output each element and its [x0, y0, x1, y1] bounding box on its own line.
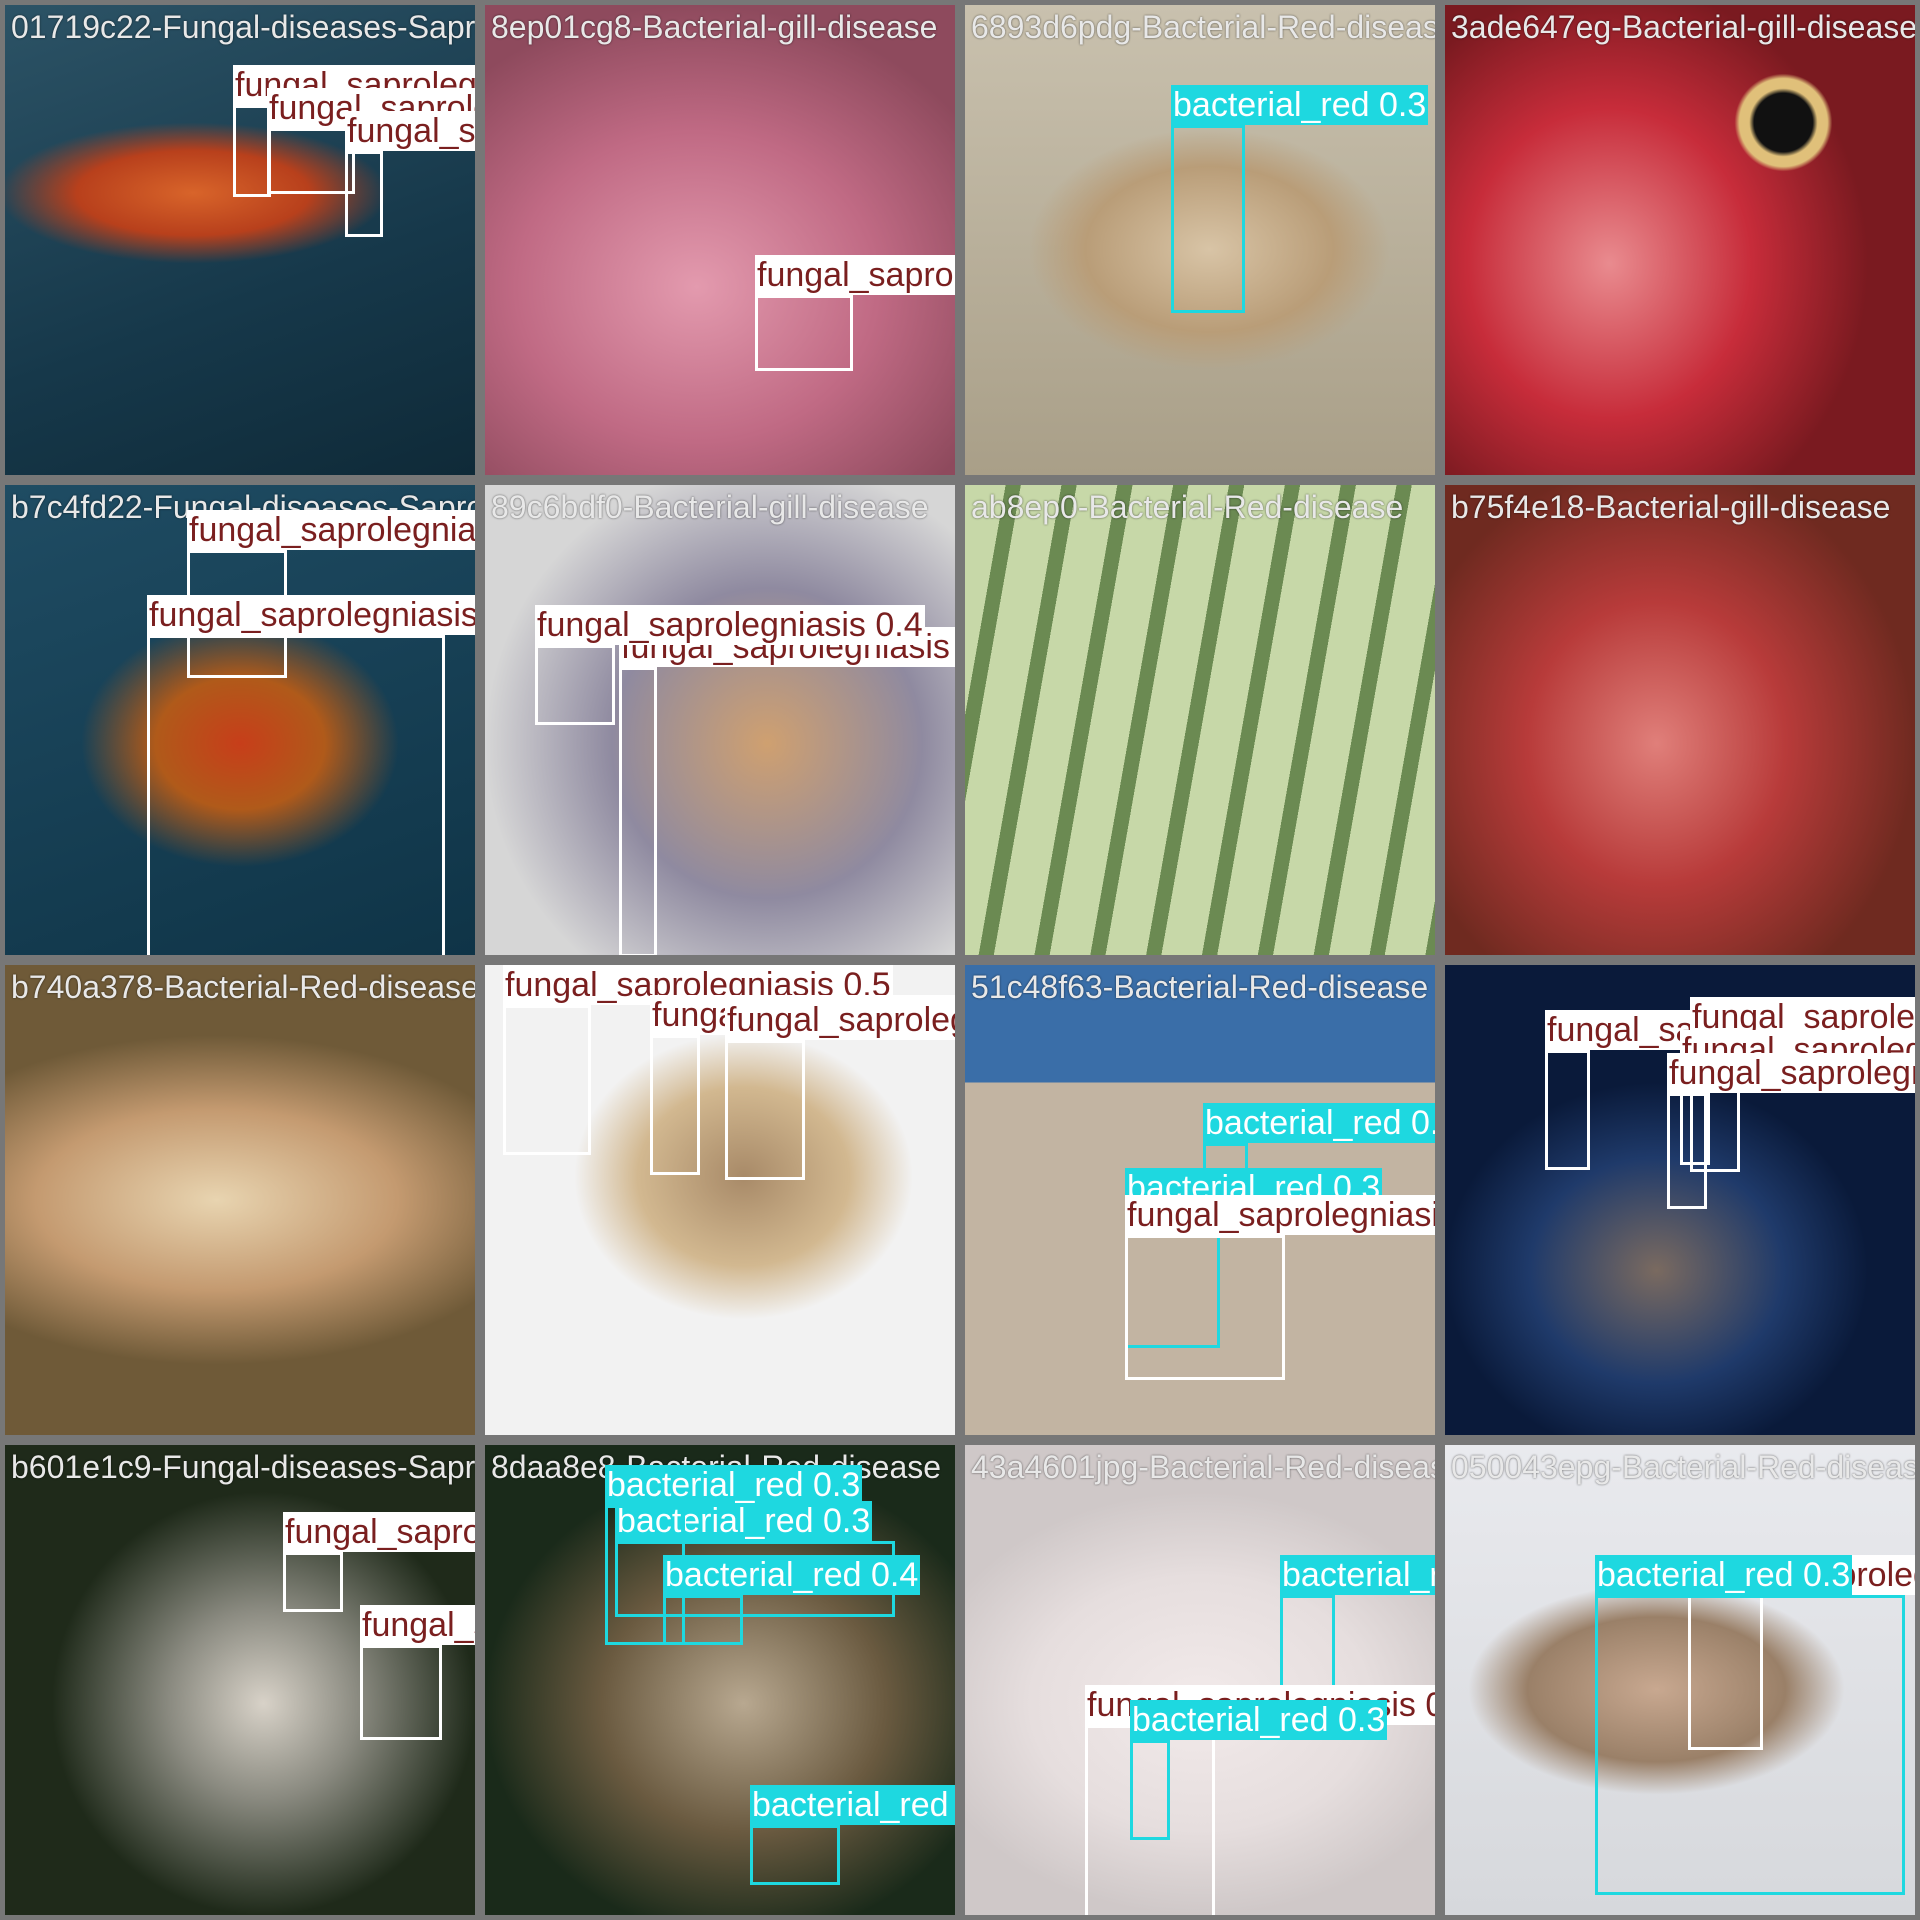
mosaic-tile: 01719c22-Fungal-diseases-Saprolegniasis-…	[5, 5, 475, 475]
bounding-box	[267, 128, 355, 194]
mosaic-tile: 43a4601jpg-Bacterial-Red-disease bacteria…	[965, 1445, 1435, 1915]
bounding-box	[1171, 125, 1245, 313]
mosaic-tile: b740a378-Bacterial-Red-disease	[5, 965, 475, 1435]
tile-filename: 8ep01cg8-Bacterial-gill-disease	[491, 9, 938, 45]
mosaic-tile: 8daa8e8-Bacterial-Red-diseasebacterial_r…	[485, 1445, 955, 1915]
bounding-box	[503, 1005, 591, 1155]
bounding-box	[345, 151, 383, 237]
tile-filename: 050043epg-Bacterial-Red-disease	[1451, 1449, 1915, 1485]
tile-filename: 6893d6pdg-Bacterial-Red-disease	[971, 9, 1435, 45]
detection-label: fungal_saprolegniasis 0.3	[147, 595, 475, 635]
bounding-box	[650, 1035, 700, 1175]
detection-label: bacterial_red 0.3	[605, 1465, 863, 1505]
mosaic-tile: b601e1c9-Fungal-diseases-Saprolegniasis f…	[5, 1445, 475, 1915]
detection-label: fungal_saprolegniasis 0.3	[755, 255, 955, 295]
mosaic-tile: 8ep01cg8-Bacterial-gill-disease fungal_sa…	[485, 5, 955, 475]
tile-filename: 3ade647eg-Bacterial-gill-disease	[1451, 9, 1915, 45]
detection-label: bacterial_red	[1280, 1555, 1435, 1595]
fish-photo	[1445, 5, 1915, 475]
detection-label: bacterial_red 0.3	[1171, 85, 1429, 125]
tile-filename: 43a4601jpg-Bacterial-Red-disease	[971, 1449, 1435, 1485]
detection-label: fungal_saprolegniasis 0.7	[187, 510, 475, 550]
bounding-box	[663, 1595, 743, 1645]
detection-label: bacterial_red 0.4	[1203, 1103, 1435, 1143]
tile-filename: b75f4e18-Bacterial-gill-disease	[1451, 489, 1891, 525]
detection-label: bacterial_red 0.4	[663, 1555, 921, 1595]
detection-label: fungal_saprolegniasis	[283, 1512, 475, 1552]
mosaic-tile: fungal_saprolegniasis 0.3fungal_saproleg…	[1445, 965, 1915, 1435]
bounding-box	[360, 1645, 442, 1740]
fish-photo	[1445, 485, 1915, 955]
bounding-box	[283, 1552, 343, 1612]
bounding-box	[1130, 1740, 1170, 1840]
bounding-box	[1595, 1595, 1905, 1895]
bounding-box	[233, 105, 271, 197]
detection-label: fungal_saprolegniasis 0.3	[345, 111, 475, 151]
mosaic-tile: ab8ep0-Bacterial-Red-disease	[965, 485, 1435, 955]
bounding-box	[750, 1825, 840, 1885]
detection-label: bacterial_red 0.3	[1595, 1555, 1853, 1595]
mosaic-tile: 3ade647eg-Bacterial-gill-disease	[1445, 5, 1915, 475]
bounding-box	[147, 635, 445, 955]
detection-label: fungal_saprolegniasis 0.3	[360, 1605, 475, 1645]
mosaic-tile: 050043epg-Bacterial-Red-diseasefungal_sa…	[1445, 1445, 1915, 1915]
bounding-box	[535, 645, 615, 725]
fish-photo	[5, 965, 475, 1435]
tile-filename: ab8ep0-Bacterial-Red-disease	[971, 489, 1404, 525]
tile-filename: 51c48f63-Bacterial-Red-disease	[971, 969, 1429, 1005]
detection-mosaic: 01719c22-Fungal-diseases-Saprolegniasis-…	[0, 0, 1920, 1920]
mosaic-tile: fungal_saprolegniasis 0.5fungal_saproleg…	[485, 965, 955, 1435]
mosaic-tile: b75f4e18-Bacterial-gill-disease	[1445, 485, 1915, 955]
fish-photo	[965, 485, 1435, 955]
tile-filename: b601e1c9-Fungal-diseases-Saprolegniasis	[11, 1449, 475, 1485]
detection-label: bacterial_red 0.3	[750, 1785, 955, 1825]
tile-filename: 89c6bdf0-Bacterial-gill-disease	[491, 489, 929, 525]
mosaic-tile: 51c48f63-Bacterial-Red-disease bacterial_…	[965, 965, 1435, 1435]
mosaic-tile: 6893d6pdg-Bacterial-Red-disease bacterial…	[965, 5, 1435, 475]
bounding-box	[1280, 1595, 1335, 1695]
mosaic-tile: b7c4fd22-Fungal-diseases-Saprolegniasisf…	[5, 485, 475, 955]
fish-photo	[485, 5, 955, 475]
bounding-box	[1545, 1050, 1590, 1170]
tile-filename: b740a378-Bacterial-Red-disease	[11, 969, 475, 1005]
bounding-box	[755, 295, 853, 371]
bounding-box	[1125, 1235, 1285, 1380]
detection-label: fungal_saprolegniasis 0.4	[1667, 1053, 1915, 1093]
bounding-box	[725, 1040, 805, 1180]
detection-label: fungal_saprolegniasis 0.4	[535, 605, 925, 645]
detection-label: fungal_saprolegniasis 0.3	[1125, 1195, 1435, 1235]
bounding-box	[619, 667, 657, 955]
detection-label: fungal_saprolegniasis 0.3	[725, 1000, 955, 1040]
bounding-box	[1667, 1093, 1707, 1209]
mosaic-tile: 89c6bdf0-Bacterial-gill-disease fungal_sa…	[485, 485, 955, 955]
detection-label: bacterial_red 0.3	[1130, 1700, 1388, 1740]
tile-filename: 01719c22-Fungal-diseases-Saprolegniasis-	[11, 9, 475, 45]
